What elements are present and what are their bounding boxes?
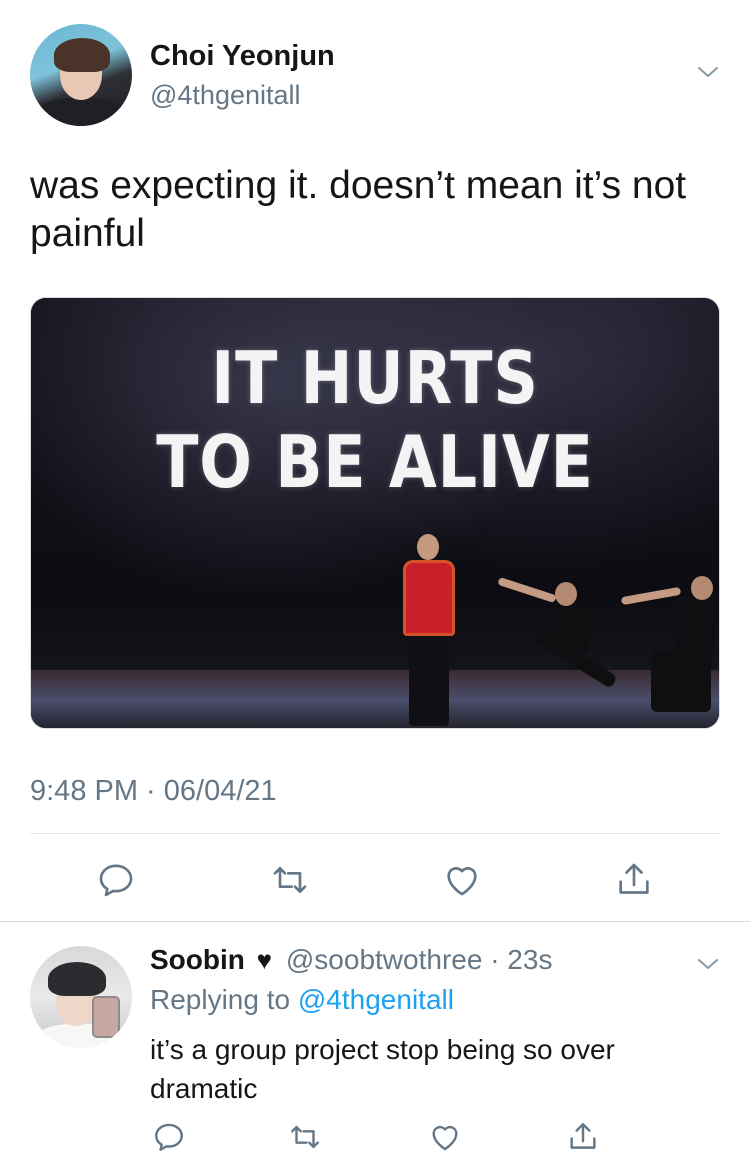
reply-header: Soobin ♥ @soobtwothree · 23s: [150, 944, 552, 976]
replying-to-line: Replying to @4thgenitall: [150, 984, 454, 1016]
author-avatar[interactable]: [30, 24, 132, 126]
performer-figure: [397, 534, 461, 728]
share-icon[interactable]: [614, 860, 658, 900]
reply-tweet[interactable]: Soobin ♥ @soobtwothree · 23s Replying to…: [0, 922, 750, 1174]
chevron-down-icon[interactable]: [696, 952, 720, 976]
dancer-figure: [491, 576, 631, 726]
like-icon[interactable]: [442, 860, 486, 900]
tweet-text: was expecting it. doesn’t mean it’s not …: [30, 164, 687, 255]
mention-link[interactable]: @4thgenitall: [298, 984, 454, 1015]
replying-label: Replying to: [150, 984, 291, 1015]
retweet-icon[interactable]: [270, 860, 314, 900]
reply-author-name[interactable]: Soobin: [150, 944, 245, 975]
reply-time: · 23s: [490, 944, 553, 975]
retweet-icon[interactable]: [288, 1120, 324, 1156]
author-handle[interactable]: @4thgenitall: [150, 80, 301, 111]
media-caption: IT HURTS TO BE ALIVE: [156, 336, 594, 504]
tweet-timestamp[interactable]: 9:48 PM · 06/04/21: [30, 775, 277, 808]
divider: [30, 833, 720, 834]
reply-icon[interactable]: [96, 860, 140, 900]
share-icon[interactable]: [566, 1120, 602, 1156]
reply-icon[interactable]: [152, 1120, 188, 1156]
tweet-media-image[interactable]: IT HURTS TO BE ALIVE: [30, 297, 720, 729]
chevron-down-icon[interactable]: [696, 60, 720, 84]
reply-text: it’s a group project stop being so over …: [150, 1034, 615, 1104]
main-tweet: Choi Yeonjun @4thgenitall was expecting …: [0, 0, 750, 922]
author-name[interactable]: Choi Yeonjun: [150, 40, 335, 73]
heart-emoji: ♥: [256, 945, 273, 975]
dancer-figure: [620, 576, 719, 726]
reply-author-avatar[interactable]: [30, 946, 132, 1048]
like-icon[interactable]: [428, 1120, 464, 1156]
reply-author-handle[interactable]: @soobtwothree: [286, 944, 483, 975]
